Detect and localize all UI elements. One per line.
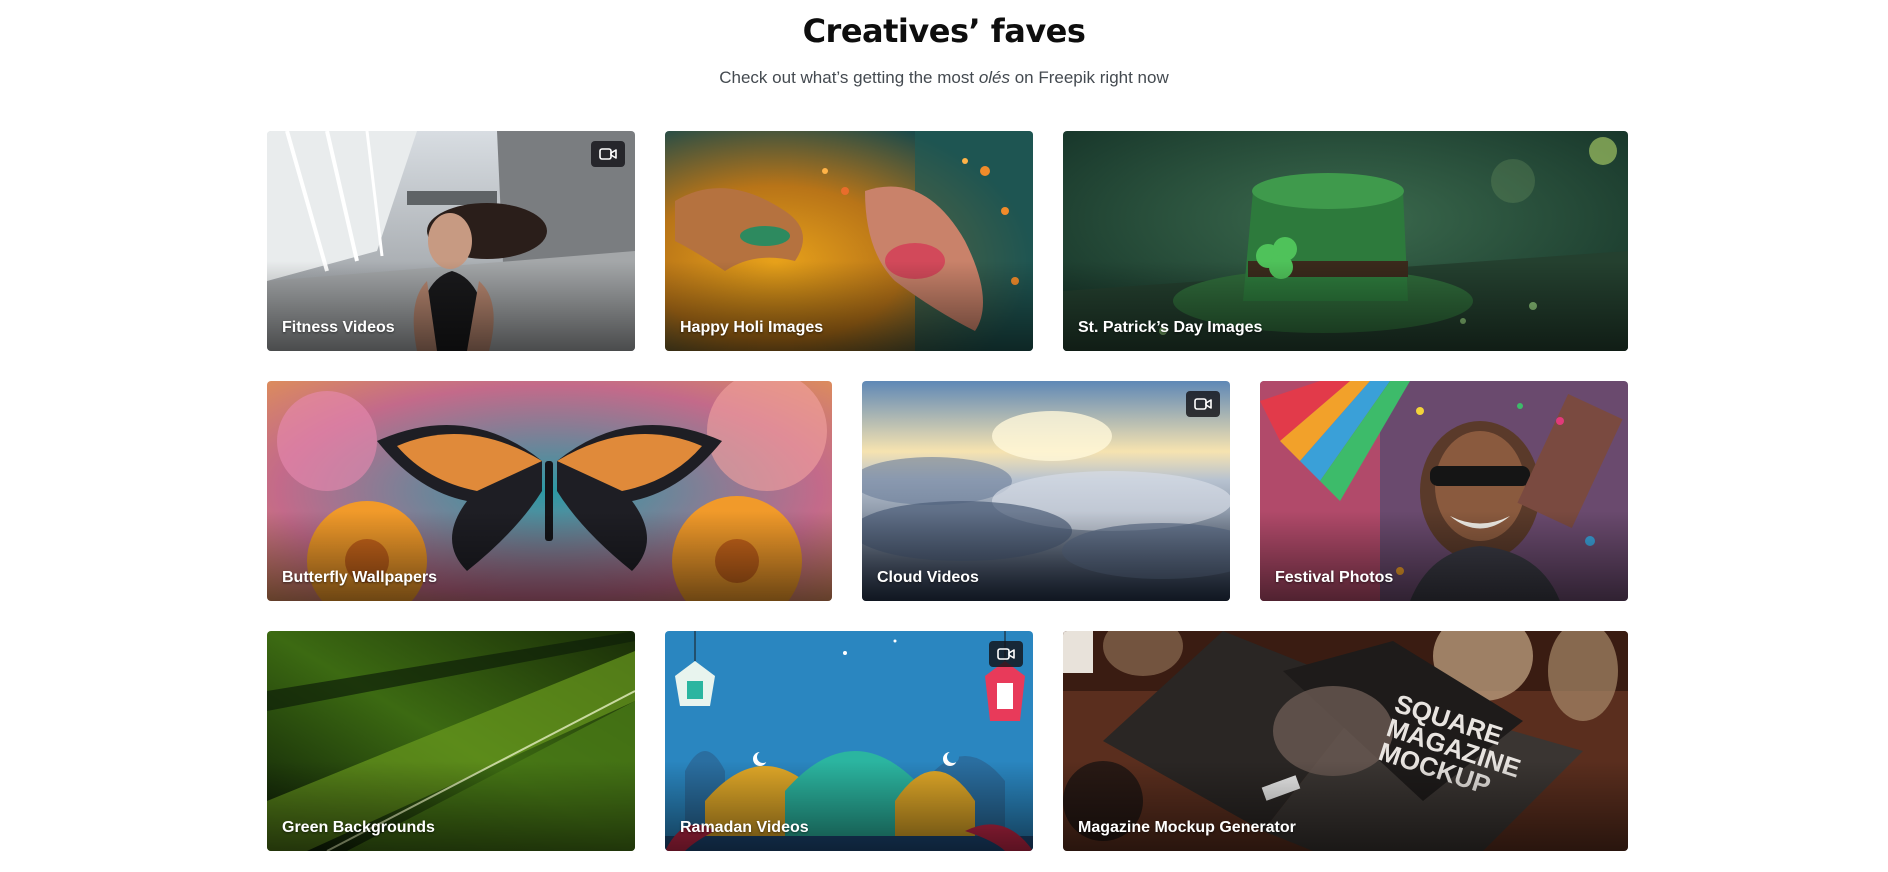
card-label: Magazine Mockup Generator: [1078, 819, 1296, 836]
card-shade: [862, 511, 1230, 601]
card-label: St. Patrick’s Day Images: [1078, 319, 1263, 336]
card-shade: [267, 261, 635, 351]
card-label: Happy Holi Images: [680, 319, 824, 336]
subtitle-text-after: on Freepik right now: [1010, 68, 1169, 87]
card-green-backgrounds[interactable]: Green Backgrounds: [267, 631, 635, 851]
card-shade: [1260, 511, 1628, 601]
card-ramadan-videos[interactable]: Ramadan Videos: [665, 631, 1033, 851]
grid-row-2: Butterfly Wallpapers Cloud Videos Festiv…: [267, 381, 1628, 601]
subtitle-text-before: Check out what’s getting the most: [719, 68, 979, 87]
card-shade: [665, 261, 1033, 351]
card-label: Cloud Videos: [877, 569, 979, 586]
card-happy-holi-images[interactable]: Happy Holi Images: [665, 131, 1033, 351]
card-label: Butterfly Wallpapers: [282, 569, 437, 586]
card-butterfly-wallpapers[interactable]: Butterfly Wallpapers: [267, 381, 832, 601]
card-shade: [665, 761, 1033, 851]
card-shade: [1063, 761, 1628, 851]
section-title: Creatives’ faves: [802, 12, 1086, 50]
faves-grid: Fitness Videos Happy Holi Images St. Pat…: [267, 131, 1628, 872]
card-cloud-videos[interactable]: Cloud Videos: [862, 381, 1230, 601]
subtitle-emphasis: olés: [978, 68, 1010, 87]
card-shade: [267, 511, 832, 601]
card-festival-photos[interactable]: Festival Photos: [1260, 381, 1628, 601]
card-shade: [267, 761, 635, 851]
video-camera-icon: [989, 641, 1023, 667]
card-label: Green Backgrounds: [282, 819, 435, 836]
video-camera-icon: [1186, 391, 1220, 417]
grid-row-1: Fitness Videos Happy Holi Images St. Pat…: [267, 131, 1628, 351]
card-st-patricks-day-images[interactable]: St. Patrick’s Day Images: [1063, 131, 1628, 351]
card-magazine-mockup-generator[interactable]: SQUARE MAGAZINE MOCKUP Magazine Mockup G…: [1063, 631, 1628, 851]
card-shade: [1063, 261, 1628, 351]
card-label: Fitness Videos: [282, 319, 395, 336]
grid-row-3: Green Backgrounds Ramadan Videos SQUARE …: [267, 631, 1628, 851]
creatives-faves-section: Creatives’ faves Check out what’s gettin…: [0, 0, 1888, 872]
card-label: Festival Photos: [1275, 569, 1394, 586]
card-fitness-videos[interactable]: Fitness Videos: [267, 131, 635, 351]
section-subtitle: Check out what’s getting the most olés o…: [0, 68, 1888, 88]
card-label: Ramadan Videos: [680, 819, 809, 836]
video-camera-icon: [591, 141, 625, 167]
